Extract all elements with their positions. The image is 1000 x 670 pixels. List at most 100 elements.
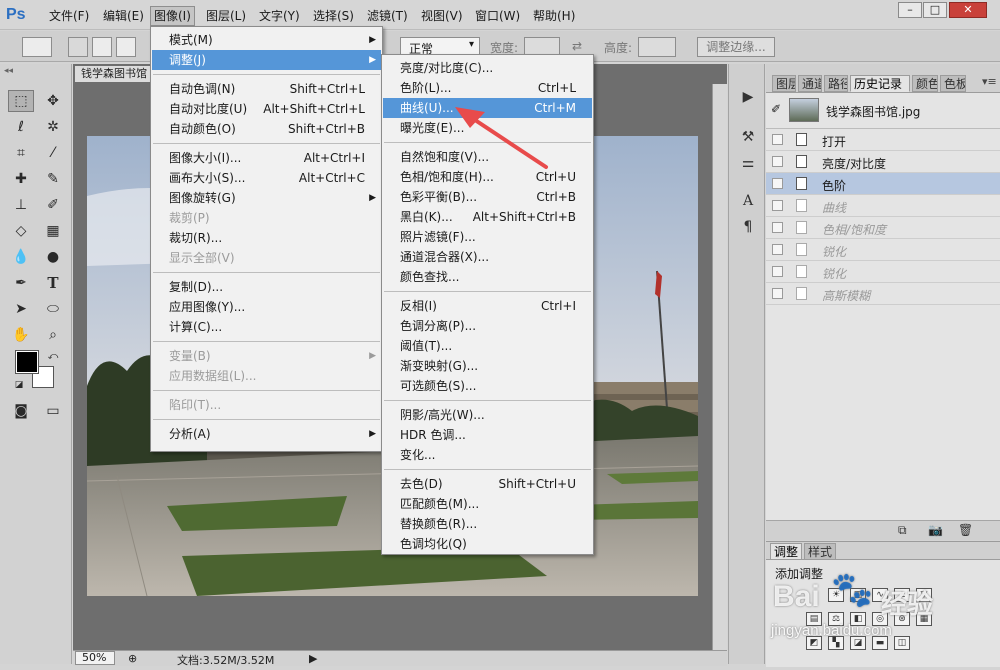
- history-state-undone[interactable]: 曲线: [766, 195, 1000, 217]
- status-menu-icon[interactable]: ⊕: [128, 652, 137, 665]
- brush-presets-icon[interactable]: ⚒: [737, 126, 759, 148]
- clone-stamp-icon[interactable]: ⊥: [8, 194, 34, 216]
- tab-color[interactable]: 颜色: [912, 75, 938, 92]
- tab-swatches[interactable]: 色板: [940, 75, 966, 92]
- image_menu-item[interactable]: 画布大小(S)... Alt+Ctrl+C: [152, 168, 381, 188]
- menu-window[interactable]: 窗口(W): [472, 6, 523, 26]
- marquee-preset-picker[interactable]: [22, 37, 52, 57]
- history-checkbox[interactable]: [772, 200, 783, 211]
- hand-tool-icon[interactable]: ✋: [8, 324, 34, 346]
- adjust_menu-item[interactable]: 色彩平衡(B)... Ctrl+B: [383, 187, 592, 207]
- menu-layer[interactable]: 图层(L): [203, 6, 249, 26]
- magic-wand-icon[interactable]: ✲: [40, 116, 66, 138]
- character-icon[interactable]: A: [737, 190, 759, 212]
- zoom-level-field[interactable]: 50%: [75, 651, 115, 665]
- adjust_menu-item[interactable]: 阈值(T)...: [383, 336, 592, 356]
- subtract-selection-icon[interactable]: [116, 37, 136, 57]
- play-icon[interactable]: ▶: [737, 86, 759, 108]
- history-state-undone[interactable]: 锐化: [766, 261, 1000, 283]
- add-selection-icon[interactable]: [92, 37, 112, 57]
- tab-adjustments[interactable]: 调整: [770, 543, 802, 560]
- adjust_menu-item[interactable]: 曝光度(E)...: [383, 118, 592, 138]
- status-arrow-icon[interactable]: ▶: [309, 652, 317, 665]
- lasso-tool-icon[interactable]: ℓ: [8, 116, 34, 138]
- minimize-button[interactable]: –: [898, 2, 922, 18]
- image_menu-item[interactable]: 图像大小(I)... Alt+Ctrl+I: [152, 148, 381, 168]
- path-select-icon[interactable]: ➤: [8, 298, 34, 320]
- adjust_menu-item[interactable]: 照片滤镜(F)...: [383, 227, 592, 247]
- image_menu-item[interactable]: 自动对比度(U) Alt+Shift+Ctrl+L: [152, 99, 381, 119]
- maximize-button[interactable]: □: [923, 2, 947, 18]
- marquee-tool-icon[interactable]: ⬚: [8, 90, 34, 112]
- adjust_menu-item[interactable]: 颜色查找...: [383, 267, 592, 287]
- collapse-icon[interactable]: ◂◂: [4, 66, 13, 76]
- swap-colors-icon[interactable]: ⤺: [40, 346, 66, 368]
- menu-image[interactable]: 图像(I): [150, 6, 195, 26]
- image_menu-item[interactable]: 调整(J) ▶: [152, 50, 381, 70]
- eraser-icon[interactable]: ◇: [8, 220, 34, 242]
- adjust_menu-item[interactable]: 阴影/高光(W)...: [383, 405, 592, 425]
- dodge-tool-icon[interactable]: ●: [40, 246, 66, 268]
- blur-tool-icon[interactable]: 💧: [8, 246, 34, 268]
- healing-brush-icon[interactable]: ✚: [8, 168, 34, 190]
- adjust_menu-item[interactable]: 匹配颜色(M)...: [383, 494, 592, 514]
- history-brush-icon[interactable]: ✐: [40, 194, 66, 216]
- trash-icon[interactable]: 🗑: [958, 523, 973, 537]
- adjust_menu-item[interactable]: 可选颜色(S)...: [383, 376, 592, 396]
- brush-tool-icon[interactable]: ✎: [40, 168, 66, 190]
- image_menu-item[interactable]: 图像旋转(G) ▶: [152, 188, 381, 208]
- swap-icon[interactable]: ⇄: [572, 39, 582, 53]
- adjust_menu-item[interactable]: 变化...: [383, 445, 592, 465]
- image_menu-item[interactable]: 计算(C)...: [152, 317, 381, 337]
- default-colors-icon[interactable]: ◪: [6, 374, 32, 396]
- history-checkbox[interactable]: [772, 266, 783, 277]
- pen-tool-icon[interactable]: ✒: [8, 272, 34, 294]
- adjust_menu-item[interactable]: 色调均化(Q): [383, 534, 592, 554]
- ellipse-tool-icon[interactable]: ⬭: [40, 298, 66, 320]
- type-tool-icon[interactable]: T: [40, 272, 66, 294]
- gradient-tool-icon[interactable]: ▦: [40, 220, 66, 242]
- history-state-undone[interactable]: 锐化: [766, 239, 1000, 261]
- history-checkbox[interactable]: [772, 156, 783, 167]
- zoom-tool-icon[interactable]: ⌕: [40, 324, 66, 346]
- history-checkbox[interactable]: [772, 244, 783, 255]
- history-state-undone[interactable]: 色相/饱和度: [766, 217, 1000, 239]
- tab-paths[interactable]: 路径: [824, 75, 848, 92]
- adjust_menu-item[interactable]: 自然饱和度(V)...: [383, 147, 592, 167]
- image_menu-item[interactable]: 分析(A) ▶: [152, 424, 381, 444]
- history-snapshot[interactable]: ✐ 钱学森图书馆.jpg: [766, 93, 1000, 129]
- adjust_menu-item[interactable]: 通道混合器(X)...: [383, 247, 592, 267]
- image_menu-item[interactable]: 模式(M) ▶: [152, 30, 381, 50]
- eyedropper-icon[interactable]: ⁄: [40, 142, 66, 164]
- image_menu-item[interactable]: 复制(D)...: [152, 277, 381, 297]
- image_menu-item[interactable]: 应用图像(Y)...: [152, 297, 381, 317]
- adjust_menu-item[interactable]: HDR 色调...: [383, 425, 592, 445]
- history-state[interactable]: 亮度/对比度: [766, 151, 1000, 173]
- adjust_menu-item[interactable]: 替换颜色(R)...: [383, 514, 592, 534]
- height-input[interactable]: [638, 37, 676, 57]
- menu-select[interactable]: 选择(S): [310, 6, 357, 26]
- tab-history[interactable]: 历史记录: [850, 75, 910, 92]
- menu-type[interactable]: 文字(Y): [256, 6, 303, 26]
- history-checkbox[interactable]: [772, 288, 783, 299]
- vertical-scrollbar[interactable]: [712, 84, 727, 650]
- move-tool-icon[interactable]: ✥: [40, 90, 66, 112]
- history-checkbox[interactable]: [772, 222, 783, 233]
- menu-file[interactable]: 文件(F): [46, 6, 92, 26]
- screen-mode-icon[interactable]: ▭: [40, 400, 66, 422]
- adjust_menu-item[interactable]: 亮度/对比度(C)...: [383, 58, 592, 78]
- new-document-from-state-icon[interactable]: ⧉: [898, 523, 907, 538]
- image_menu-item[interactable]: 自动色调(N) Shift+Ctrl+L: [152, 79, 381, 99]
- panel-menu-icon[interactable]: ▾≡: [982, 75, 997, 88]
- history-state[interactable]: 打开: [766, 129, 1000, 151]
- adjust_menu-item[interactable]: 黑白(K)... Alt+Shift+Ctrl+B: [383, 207, 592, 227]
- tab-layers[interactable]: 图层: [772, 75, 796, 92]
- adjust_menu-item[interactable]: 渐变映射(G)...: [383, 356, 592, 376]
- menu-help[interactable]: 帮助(H): [530, 6, 578, 26]
- new-selection-icon[interactable]: [68, 37, 88, 57]
- foreground-color-swatch[interactable]: [15, 350, 39, 374]
- new-snapshot-icon[interactable]: 📷: [928, 523, 943, 537]
- adjust_menu-item[interactable]: 去色(D) Shift+Ctrl+U: [383, 474, 592, 494]
- image_menu-item[interactable]: 裁切(R)...: [152, 228, 381, 248]
- adjust_menu-item[interactable]: 色调分离(P)...: [383, 316, 592, 336]
